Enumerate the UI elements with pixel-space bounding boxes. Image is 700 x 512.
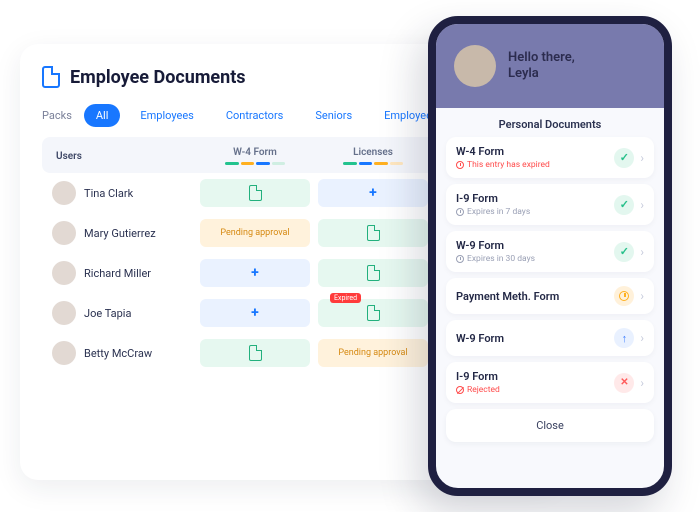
doc-info: W-9 Form Expires in 30 days [456,239,535,264]
document-icon [249,345,262,361]
doc-subtext: Expires in 7 days [456,207,530,217]
close-button[interactable]: Close [446,409,654,442]
doc-name: W-4 Form [456,145,550,158]
upload-icon [614,328,634,348]
phone-mockup: Hello there, Leyla Personal Documents W-… [428,16,672,496]
tab-all[interactable]: All [84,104,121,127]
check-icon [614,195,634,215]
doc-cell[interactable] [200,339,310,367]
doc-item[interactable]: I-9 Form Expires in 7 days › [446,184,654,225]
doc-subtext: This entry has expired [456,160,550,170]
user-cell[interactable]: Betty McCraw [52,341,192,365]
user-cell[interactable]: Tina Clark [52,181,192,205]
user-name: Tina Clark [84,187,133,200]
add-cell[interactable]: + [318,179,428,207]
doc-actions: › [614,242,644,262]
doc-subtext: Expires in 30 days [456,254,535,264]
pending-icon [614,286,634,306]
avatar [52,261,76,285]
doc-name: I-9 Form [456,192,530,205]
doc-cell[interactable] [318,219,428,247]
document-list: W-4 Form This entry has expired › I-9 Form E… [436,137,664,403]
col-users: Users [52,151,192,162]
document-icon [249,185,262,201]
pending-cell[interactable]: Pending approval [200,219,310,247]
add-cell[interactable]: + [200,259,310,287]
section-title: Personal Documents [436,108,664,137]
phone-header: Hello there, Leyla [436,24,664,108]
document-icon [367,225,380,241]
greeting: Hello there, Leyla [508,50,575,83]
col-label: W-4 Form [233,147,277,158]
greeting-line1: Hello there, [508,50,575,65]
doc-info: I-9 Form Rejected [456,370,500,395]
doc-actions: › [614,195,644,215]
doc-actions: › [614,286,644,306]
doc-item[interactable]: W-9 Form › [446,320,654,356]
user-cell[interactable]: Joe Tapia [52,301,192,325]
doc-name: W-9 Form [456,332,504,345]
tab-seniors[interactable]: Seniors [303,104,364,127]
doc-name: W-9 Form [456,239,535,252]
pending-cell[interactable]: Pending approval [318,339,428,367]
tab-employees[interactable]: Employees [128,104,205,127]
doc-actions: › [614,373,644,393]
chevron-right-icon: › [640,376,644,390]
check-icon [614,148,634,168]
page-title: Employee Documents [70,67,246,88]
avatar[interactable] [454,45,496,87]
doc-actions: › [614,328,644,348]
doc-name: Payment Meth. Form [456,290,559,303]
file-icon [42,66,60,88]
user-name: Betty McCraw [84,347,152,360]
doc-cell[interactable] [318,259,428,287]
chevron-right-icon: › [640,245,644,259]
avatar [52,181,76,205]
title-row: Employee Documents [42,66,246,88]
chevron-right-icon: › [640,289,644,303]
doc-name: I-9 Form [456,370,500,383]
expired-badge: Expired [330,293,361,303]
chevron-right-icon: › [640,331,644,345]
col-w4: W-4 Form [200,147,310,165]
greeting-line2: Leyla [508,66,539,81]
doc-item[interactable]: Payment Meth. Form › [446,278,654,314]
chevron-right-icon: › [640,151,644,165]
tabs-label: Packs [42,109,72,122]
user-cell[interactable]: Richard Miller [52,261,192,285]
rejected-icon [614,373,634,393]
doc-subtext: Rejected [456,385,500,395]
tab-contractors[interactable]: Contractors [214,104,296,127]
clock-icon [456,255,464,263]
avatar [52,341,76,365]
rejected-icon [456,386,464,394]
doc-info: W-9 Form [456,332,504,345]
doc-cell[interactable] [200,179,310,207]
doc-info: Payment Meth. Form [456,290,559,303]
col-licenses: Licenses [318,147,428,165]
user-name: Mary Gutierrez [84,227,156,240]
user-cell[interactable]: Mary Gutierrez [52,221,192,245]
doc-info: W-4 Form This entry has expired [456,145,550,170]
user-name: Joe Tapia [84,307,131,320]
doc-info: I-9 Form Expires in 7 days [456,192,530,217]
document-icon [367,305,380,321]
col-label: Licenses [353,147,393,158]
document-icon [367,265,380,281]
user-name: Richard Miller [84,267,151,280]
doc-item[interactable]: W-4 Form This entry has expired › [446,137,654,178]
doc-cell[interactable]: Expired [318,299,428,327]
avatar [52,221,76,245]
chevron-right-icon: › [640,198,644,212]
doc-item[interactable]: W-9 Form Expires in 30 days › [446,231,654,272]
add-cell[interactable]: + [200,299,310,327]
doc-item[interactable]: I-9 Form Rejected › [446,362,654,403]
clock-icon [456,208,464,216]
clock-icon [456,161,464,169]
avatar [52,301,76,325]
doc-actions: › [614,148,644,168]
check-icon [614,242,634,262]
